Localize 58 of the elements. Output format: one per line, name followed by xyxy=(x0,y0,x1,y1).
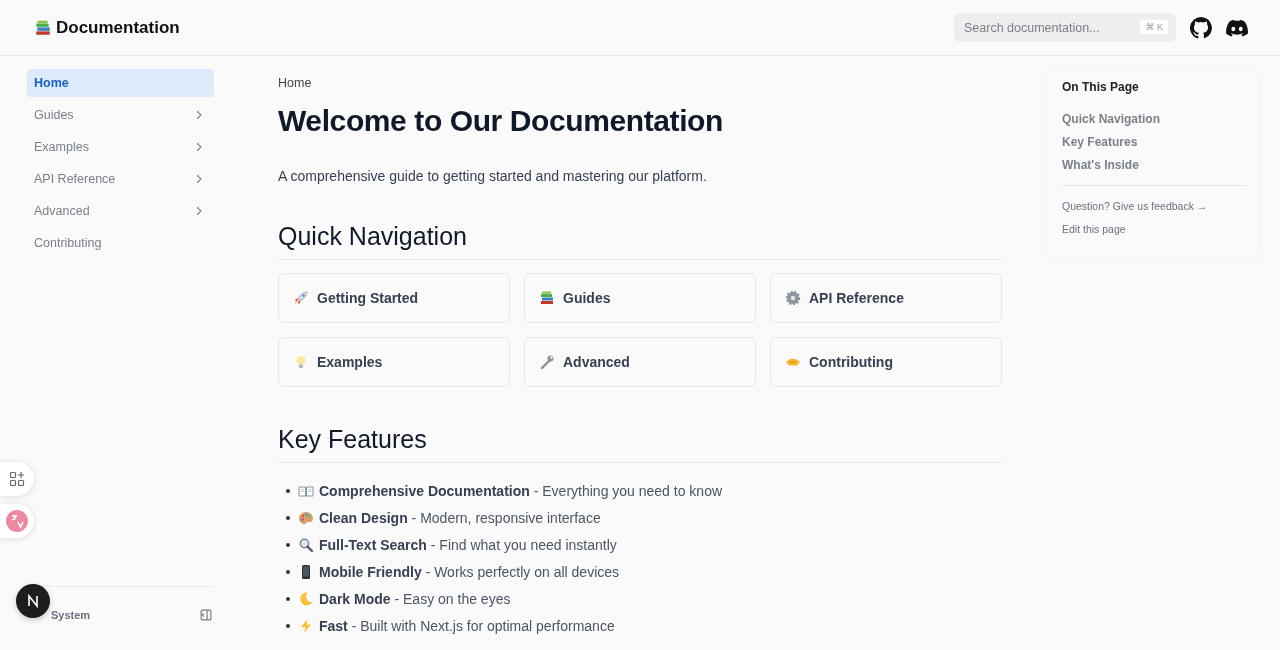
books-icon xyxy=(539,290,555,306)
gear-icon xyxy=(785,290,801,306)
section-heading: Key Features xyxy=(278,425,1002,463)
breadcrumb[interactable]: Home xyxy=(278,76,1004,90)
theme-dropdown[interactable]: System xyxy=(51,609,91,621)
toc-link[interactable]: What's Inside xyxy=(1062,158,1246,172)
toc-title: On This Page xyxy=(1062,80,1140,94)
feature-text: Comprehensive Documentation - Everything you need to know xyxy=(319,483,723,499)
open-book-icon xyxy=(298,483,314,499)
intro-text: A comprehensive guide to getting started and mastering our platform. xyxy=(278,168,708,184)
apps-button[interactable] xyxy=(0,462,34,496)
feature-text: Full-Text Search - Find what you need instantly xyxy=(319,537,617,553)
rocket-icon xyxy=(293,290,309,306)
books-icon xyxy=(34,18,52,37)
nav-card[interactable]: Getting Started xyxy=(278,273,510,323)
section-heading: Quick Navigation xyxy=(278,222,1002,260)
sidebar-item[interactable]: Home xyxy=(27,69,214,97)
feature-text: Clean Design - Modern, responsive interface xyxy=(319,510,601,526)
chevron-right-icon xyxy=(194,206,204,216)
nav-card[interactable]: Guides xyxy=(524,273,756,323)
bullet-icon xyxy=(286,624,290,628)
nav-card[interactable]: Advanced xyxy=(524,337,756,387)
bullet-icon xyxy=(286,516,290,520)
feature-text: Dark Mode - Easy on the eyes xyxy=(319,591,511,607)
chevron-right-icon xyxy=(194,142,204,152)
n-logo-icon xyxy=(26,594,40,608)
collapse-sidebar-button[interactable] xyxy=(198,607,214,623)
bullet-icon xyxy=(286,543,290,547)
sidebar-item[interactable]: Guides xyxy=(27,101,214,129)
magnifier-icon xyxy=(298,537,314,553)
bullet-icon xyxy=(286,597,290,601)
nav-card[interactable]: API Reference xyxy=(770,273,1002,323)
logo-badge[interactable] xyxy=(16,584,50,618)
github-icon xyxy=(1190,16,1212,39)
bullet-icon xyxy=(286,489,290,493)
shortcut-hint: ⌘ K xyxy=(1140,20,1168,34)
feature-text: Mobile Friendly - Works perfectly on all devices xyxy=(319,564,620,580)
bullet-icon xyxy=(286,570,290,574)
page-title: Welcome to Our Documentation xyxy=(278,104,724,138)
sidebar-icon xyxy=(200,609,212,621)
sidebar-item[interactable]: Examples xyxy=(27,133,214,161)
site-title[interactable]: Documentation xyxy=(56,17,180,38)
palette-icon xyxy=(298,510,314,526)
sidebar-item[interactable]: Contributing xyxy=(27,229,214,257)
chevron-right-icon xyxy=(194,174,204,184)
toc-footer-link[interactable]: Edit this page xyxy=(1062,223,1246,235)
toc-link[interactable]: Key Features xyxy=(1062,135,1246,149)
feature-text: Fast - Built with Next.js for optimal performance xyxy=(319,618,615,634)
nav-card[interactable]: Examples xyxy=(278,337,510,387)
moon-icon xyxy=(298,591,314,607)
toc-link[interactable]: Quick Navigation xyxy=(1062,112,1246,126)
apps-icon xyxy=(9,471,25,487)
sidebar-item[interactable]: API Reference xyxy=(27,165,214,193)
toc-footer-link[interactable]: Question? Give us feedback → xyxy=(1062,200,1246,212)
nav-card[interactable]: Contributing xyxy=(770,337,1002,387)
sidebar-item[interactable]: Advanced xyxy=(27,197,214,225)
chevron-right-icon xyxy=(194,110,204,120)
wrench-icon xyxy=(539,354,555,370)
